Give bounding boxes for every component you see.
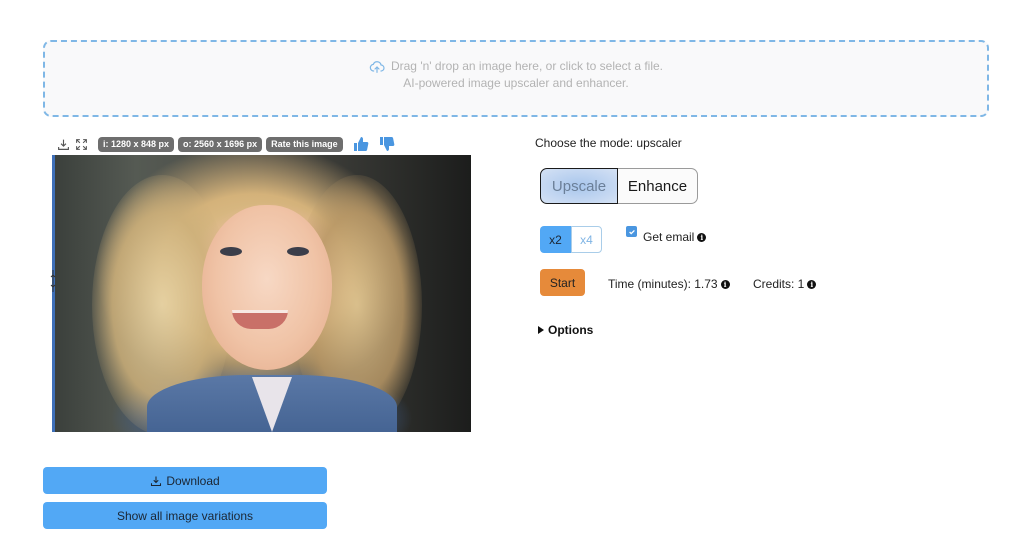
image-preview [52, 155, 471, 432]
get-email-checkbox[interactable] [626, 226, 637, 237]
get-email-option: Get email i [626, 226, 707, 244]
time-estimate: Time (minutes): 1.73 i [608, 277, 730, 291]
options-toggle[interactable]: Options [538, 323, 593, 337]
start-button[interactable]: Start [540, 269, 585, 296]
info-icon[interactable]: i [697, 232, 707, 242]
download-icon[interactable] [56, 137, 70, 151]
fullscreen-icon[interactable] [74, 137, 88, 151]
scale-selector: x2 x4 [540, 226, 602, 253]
scale-x4-button[interactable]: x4 [571, 226, 602, 253]
show-variations-button[interactable]: Show all image variations [43, 502, 327, 529]
download-button[interactable]: Download [43, 467, 327, 494]
info-icon[interactable]: i [720, 279, 730, 289]
thumbs-down-icon[interactable] [379, 136, 395, 152]
mode-selector: Upscale Enhance [540, 168, 698, 204]
mode-upscale-button[interactable]: Upscale [540, 168, 618, 204]
image-dropzone[interactable]: Drag 'n' drop an image here, or click to… [43, 40, 989, 117]
time-label: Time (minutes): 1.73 [608, 277, 718, 291]
variations-label: Show all image variations [116, 508, 254, 523]
get-email-label: Get email [643, 230, 695, 244]
dropzone-instruction: Drag 'n' drop an image here, or click to… [390, 59, 664, 73]
disclosure-triangle-icon [538, 326, 544, 334]
download-label: Download [166, 473, 220, 488]
slider-grip-icon[interactable] [50, 268, 56, 294]
check-icon [628, 229, 635, 235]
rate-image-button[interactable]: Rate this image [266, 136, 343, 152]
scale-x2-button[interactable]: x2 [540, 226, 571, 253]
options-label: Options [548, 323, 594, 337]
mode-enhance-button[interactable]: Enhance [618, 168, 698, 204]
output-size-badge: o: 2560 x 1696 px [178, 136, 263, 152]
mode-label: Choose the mode: upscaler [535, 136, 682, 150]
dropzone-subtitle: AI-powered image upscaler and enhancer. [403, 76, 629, 90]
cloud-upload-icon [369, 60, 385, 73]
image-toolbar: i: 1280 x 848 px o: 2560 x 1696 px Rate … [56, 135, 395, 153]
thumbs-up-icon[interactable] [353, 136, 369, 152]
info-icon[interactable]: i [807, 279, 817, 289]
download-icon [151, 476, 162, 486]
credits-cost: Credits: 1 i [753, 277, 817, 291]
input-size-badge: i: 1280 x 848 px [98, 136, 175, 152]
credits-label: Credits: 1 [753, 277, 805, 291]
